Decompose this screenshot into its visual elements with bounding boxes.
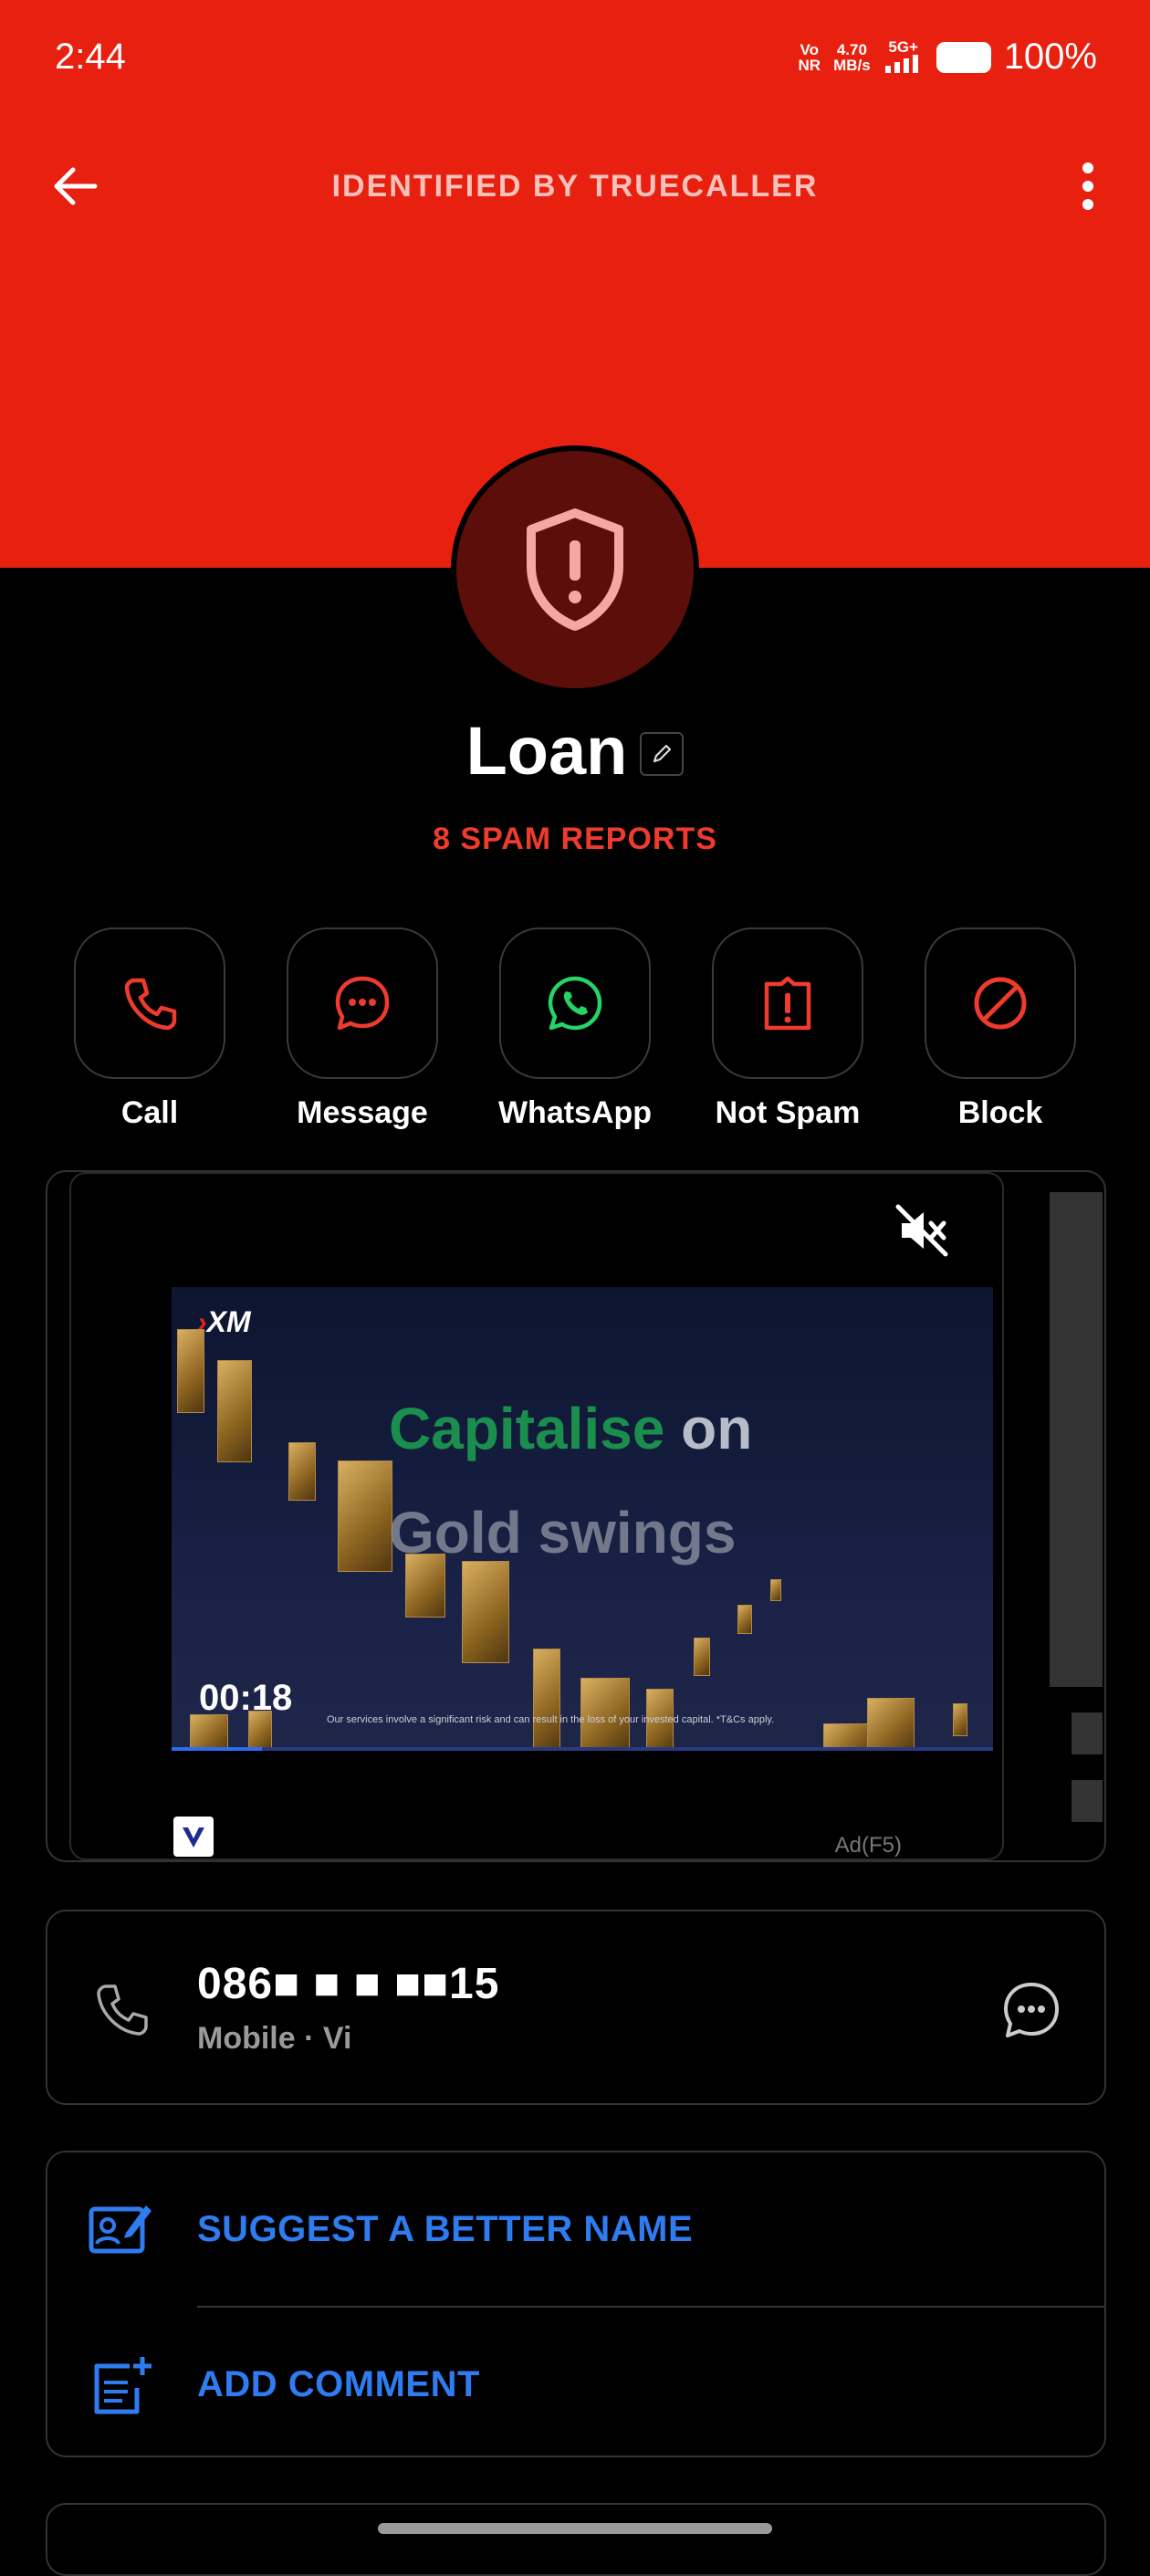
ad-carousel-indicator [1072, 1712, 1103, 1754]
ad-video[interactable]: ›XM Capitalise on Gold swings 00:18 Our … [172, 1287, 993, 1751]
not-spam-label: Not Spam [715, 1095, 861, 1130]
whatsapp-label: WhatsApp [497, 1095, 653, 1130]
video-progress-track [172, 1747, 993, 1751]
not-spam-button[interactable] [712, 927, 863, 1079]
gold-bar-image [190, 1714, 228, 1751]
ad-headline: Capitalise on [389, 1396, 753, 1461]
message-action[interactable]: Message [286, 927, 439, 1131]
alert-box-icon [764, 976, 811, 1031]
edit-name-button[interactable] [640, 731, 685, 776]
gold-bar-image [953, 1703, 967, 1736]
phone-icon [124, 978, 177, 1031]
ad-carousel-indicator [1050, 1192, 1103, 1687]
ad-label: Ad(F5) [834, 1833, 902, 1858]
call-action[interactable]: Call [73, 927, 226, 1131]
next-card [46, 2503, 1106, 2576]
shield-alert-icon [527, 508, 623, 631]
avatar [451, 445, 699, 694]
call-label: Call [120, 1095, 179, 1130]
block-action[interactable]: Block [924, 927, 1077, 1131]
action-row: Call Message WhatsApp Not Spam Block [73, 927, 1077, 1131]
message-icon [335, 976, 390, 1031]
message-icon[interactable] [995, 1974, 1068, 2047]
not-spam-action[interactable]: Not Spam [711, 927, 864, 1131]
more-options-button[interactable] [1066, 157, 1110, 215]
gold-bar-image [338, 1461, 392, 1572]
edit-contact-icon [89, 2205, 152, 2254]
whatsapp-icon [548, 976, 602, 1031]
block-label: Block [957, 1095, 1043, 1130]
whatsapp-action[interactable]: WhatsApp [498, 927, 652, 1131]
gold-bar-image [770, 1579, 781, 1601]
ad-timer: 00:18 [199, 1678, 293, 1718]
contact-name: Loan [465, 713, 628, 789]
signal-indicator: 5G+ [883, 39, 924, 76]
battery-percent: 100% [1003, 37, 1097, 77]
phone-number: 086■ ■ ■ ■■15 [197, 1960, 500, 2008]
status-time: 2:44 [55, 37, 126, 77]
spam-reports-count: 8 SPAM REPORTS [433, 822, 717, 856]
phone-number-card[interactable]: 086■ ■ ■ ■■15 Mobile · Vi [46, 1910, 1106, 2105]
block-button[interactable] [925, 927, 1076, 1079]
whatsapp-button[interactable] [499, 927, 651, 1079]
gold-bar-image [737, 1605, 752, 1634]
message-button[interactable] [287, 927, 438, 1079]
mute-button[interactable] [893, 1201, 951, 1260]
gold-bar-image [288, 1442, 316, 1501]
status-bar-right: Vo NR 4.70 MB/s 5G+ 100% [799, 37, 1098, 78]
ad-carousel-indicator [1072, 1780, 1103, 1822]
signal-bars-icon [884, 54, 918, 73]
network-speed: 4.70 MB/s [833, 40, 871, 74]
gold-bar-image [694, 1638, 710, 1676]
gold-bar-image [217, 1360, 252, 1462]
add-note-icon [94, 2357, 152, 2414]
page-title: IDENTIFIED BY TRUECALLER [331, 169, 819, 204]
add-comment-row[interactable]: ADD COMMENT [47, 2308, 1106, 2461]
volume-off-icon [895, 1204, 948, 1257]
contact-name-row: Loan [0, 712, 1150, 790]
suggest-name-label: SUGGEST A BETTER NAME [197, 2209, 694, 2249]
brand-logo: ›XM [197, 1305, 251, 1338]
message-label: Message [297, 1095, 428, 1130]
call-button[interactable] [74, 927, 225, 1079]
phone-icon[interactable] [89, 1977, 155, 2043]
gold-bar-image [177, 1329, 204, 1413]
video-progress-fill [172, 1747, 262, 1751]
volte-indicator: Vo NR [798, 40, 821, 74]
gold-bar-image [533, 1649, 560, 1751]
gold-bar-image [462, 1561, 509, 1663]
adchoices-icon[interactable] [173, 1817, 214, 1857]
more-vertical-icon [1082, 162, 1093, 210]
block-icon [974, 977, 1027, 1030]
home-indicator[interactable] [378, 2523, 772, 2534]
gold-bar-image [867, 1698, 915, 1751]
phone-number-type: Mobile · Vi [197, 2021, 352, 2056]
add-comment-label: ADD COMMENT [197, 2364, 480, 2404]
battery-icon [936, 41, 991, 73]
suggest-name-row[interactable]: SUGGEST A BETTER NAME [47, 2152, 1106, 2306]
contact-options-card: SUGGEST A BETTER NAME ADD COMMENT [46, 2151, 1106, 2457]
ad-card[interactable]: ›XM Capitalise on Gold swings 00:18 Our … [46, 1170, 1106, 1862]
pencil-icon [653, 744, 672, 762]
ad-headline-line2: Gold swings [389, 1500, 737, 1565]
ad-disclaimer: Our services involve a significant risk … [327, 1714, 775, 1725]
ad-frame: ›XM Capitalise on Gold swings 00:18 Our … [69, 1172, 1004, 1860]
